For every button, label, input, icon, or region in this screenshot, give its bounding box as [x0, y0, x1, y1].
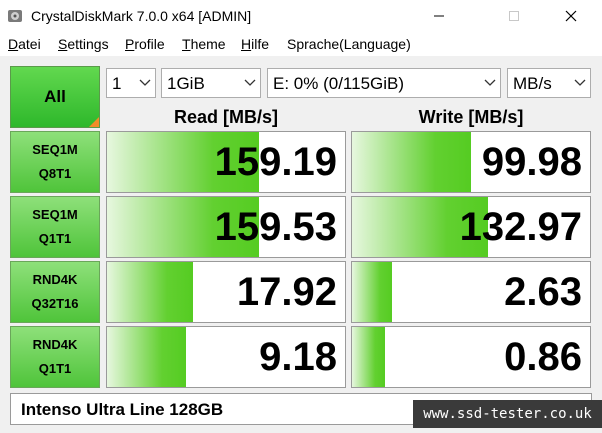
menu-hilfe-label: ilfe	[251, 36, 270, 52]
menu-settings-label: ettings	[67, 36, 109, 52]
write-result-cell: 0.86	[351, 326, 591, 388]
run-all-button[interactable]: All	[10, 66, 100, 128]
write-result-value: 99.98	[481, 140, 582, 184]
title-bar: CrystalDiskMark 7.0.0 x64 [ADMIN]	[0, 0, 602, 32]
read-result-cell: 159.19	[106, 131, 346, 193]
write-result-cell: 132.97	[351, 196, 591, 258]
run-all-label: All	[44, 87, 66, 106]
test-count-select[interactable]: 1	[106, 68, 156, 98]
write-column-header: Write [MB/s]	[418, 107, 524, 127]
test-name: RND4K	[32, 272, 78, 287]
maximize-button[interactable]	[491, 0, 537, 32]
test-count-value: 1	[112, 74, 122, 93]
close-button[interactable]	[548, 0, 594, 32]
menu-profile-mnemonic: P	[125, 36, 135, 52]
menu-hilfe-mnemonic: H	[241, 36, 252, 52]
write-result-cell: 2.63	[351, 261, 591, 323]
menu-profile[interactable]: Profile	[125, 36, 165, 52]
menu-theme[interactable]: Theme	[182, 36, 226, 52]
test-seq1m-q8t1-button[interactable]: SEQ1M Q8T1	[10, 131, 100, 193]
read-result-value: 17.92	[236, 270, 337, 314]
read-result-cell: 9.18	[106, 326, 346, 388]
test-size-value: 1GiB	[167, 74, 205, 93]
test-name: SEQ1M	[32, 207, 78, 222]
write-result-cell: 99.98	[351, 131, 591, 193]
menu-theme-mnemonic: T	[182, 36, 191, 52]
crystaldiskmark-app-icon	[8, 10, 22, 22]
chevron-down-icon	[484, 79, 496, 86]
write-result-value: 0.86	[504, 335, 582, 379]
unit-value: MB/s	[513, 74, 552, 93]
menu-sprache-label: Sprache(Language)	[287, 36, 411, 52]
read-result-value: 159.53	[214, 205, 337, 249]
menu-hilfe[interactable]: Hilfe	[241, 36, 269, 52]
minimize-icon	[434, 15, 444, 17]
menu-bar: Datei Settings Profile Theme Hilfe Sprac…	[0, 32, 602, 56]
write-progress-bar	[352, 132, 471, 192]
read-result-cell: 17.92	[106, 261, 346, 323]
read-result-value: 159.19	[214, 140, 337, 184]
menu-profile-label: rofile	[134, 36, 165, 52]
menu-sprache[interactable]: Sprache(Language)	[287, 36, 411, 52]
menu-theme-label: heme	[190, 36, 226, 52]
chevron-down-icon	[139, 79, 151, 86]
write-result-value: 132.97	[459, 205, 582, 249]
read-progress-bar	[107, 262, 193, 322]
write-result-value: 2.63	[504, 270, 582, 314]
drive-select[interactable]: E: 0% (0/115GiB)	[267, 68, 501, 98]
watermark: www.ssd-tester.co.uk	[413, 400, 602, 428]
test-params: Q8T1	[38, 166, 72, 181]
test-seq1m-q1t1-button[interactable]: SEQ1M Q1T1	[10, 196, 100, 258]
menu-settings[interactable]: Settings	[58, 36, 109, 52]
chevron-down-icon	[574, 79, 586, 86]
menu-datei-mnemonic: D	[8, 36, 19, 52]
test-rnd4k-q1t1-button[interactable]: RND4K Q1T1	[10, 326, 100, 388]
write-progress-bar	[352, 262, 393, 322]
test-rnd4k-q32t16-button[interactable]: RND4K Q32T16	[10, 261, 100, 323]
menu-datei-label: atei	[18, 36, 41, 52]
menu-datei[interactable]: Datei	[8, 36, 41, 52]
read-progress-bar	[107, 327, 186, 387]
unit-select[interactable]: MB/s	[507, 68, 591, 98]
read-result-value: 9.18	[259, 335, 337, 379]
test-name: RND4K	[32, 337, 78, 352]
read-column-header: Read [MB/s]	[173, 107, 278, 127]
drive-value: E: 0% (0/115GiB)	[273, 74, 405, 93]
comment-text: Intenso Ultra Line 128GB	[21, 400, 224, 419]
write-progress-bar	[352, 327, 386, 387]
minimize-button[interactable]	[416, 0, 462, 32]
menu-settings-mnemonic: S	[58, 36, 68, 52]
test-size-select[interactable]: 1GiB	[161, 68, 261, 98]
chevron-down-icon	[244, 79, 256, 86]
maximize-icon	[509, 11, 519, 21]
test-name: SEQ1M	[32, 142, 78, 157]
window-title: CrystalDiskMark 7.0.0 x64 [ADMIN]	[31, 8, 252, 24]
close-icon	[565, 10, 577, 22]
read-result-cell: 159.53	[106, 196, 346, 258]
test-params: Q32T16	[31, 296, 79, 311]
corner-marker-icon	[89, 117, 99, 127]
test-params: Q1T1	[38, 231, 72, 246]
test-params: Q1T1	[38, 361, 72, 376]
